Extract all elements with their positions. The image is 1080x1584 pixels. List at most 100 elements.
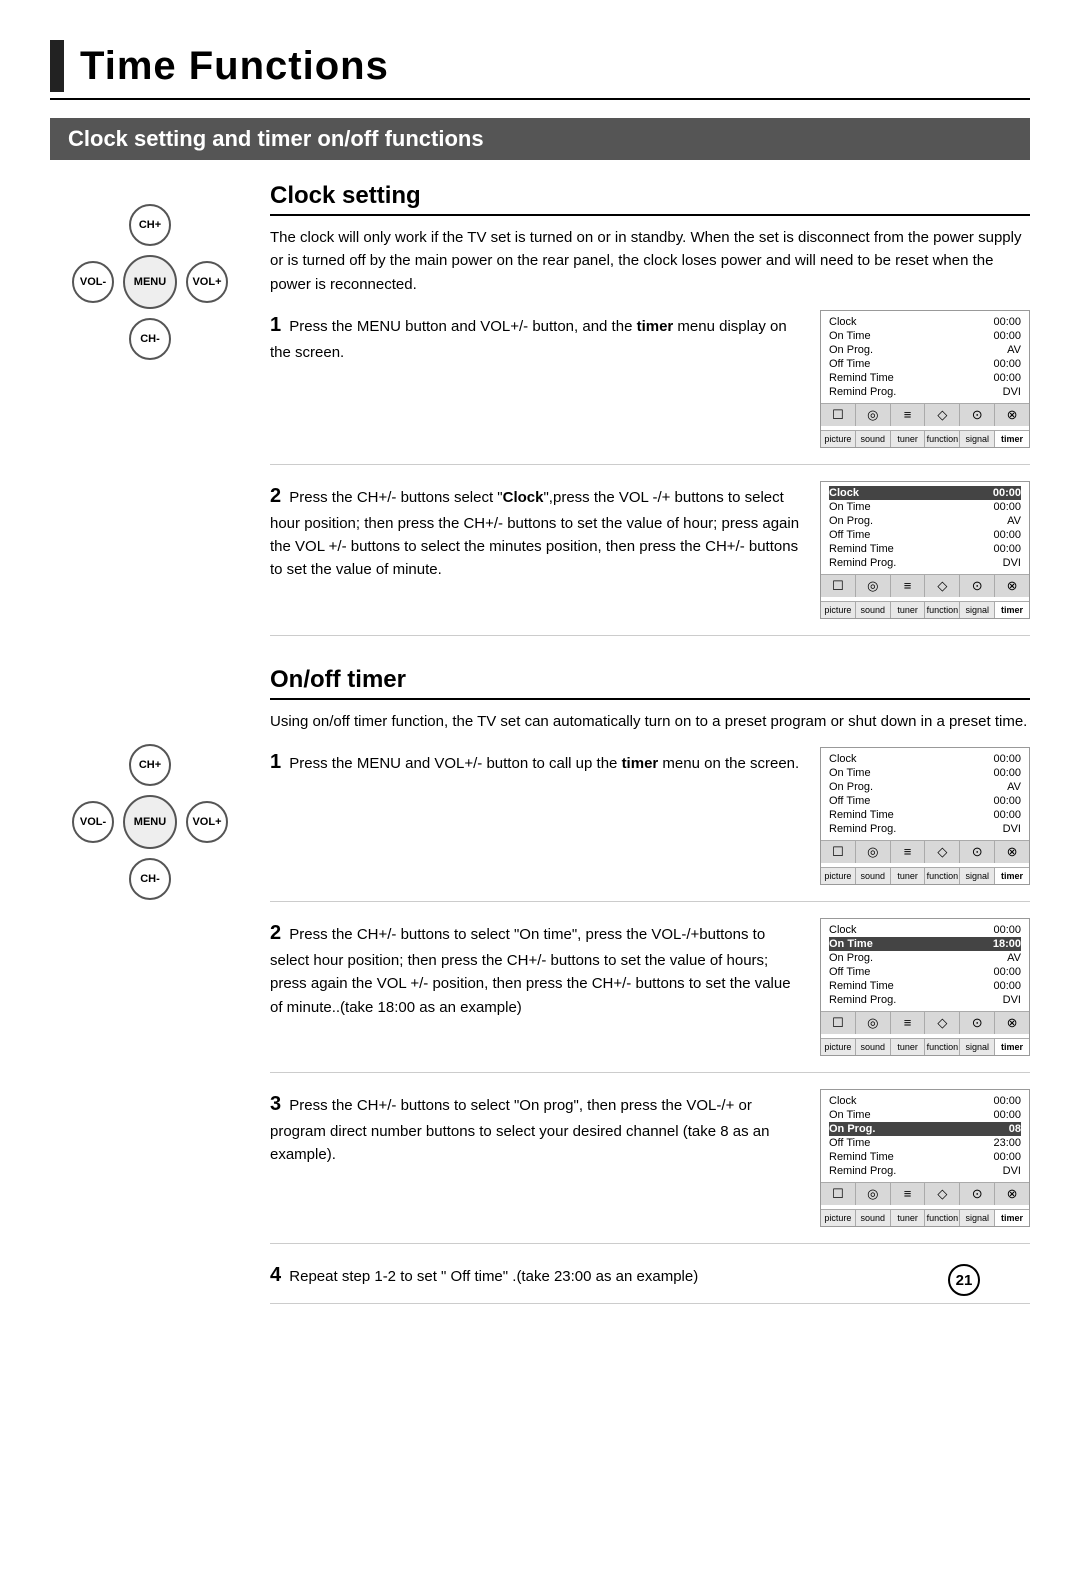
tv-menu-4-body: Clock00:00 On Time18:00 On Prog.AV Off T… bbox=[821, 919, 1029, 1011]
clock-step-1-menu: Clock00:00 On Time00:00 On Prog.AV Off T… bbox=[820, 310, 1030, 448]
tab-sound-2[interactable]: sound bbox=[856, 602, 891, 618]
icon-function-2[interactable]: ◇ bbox=[925, 575, 960, 597]
tab-tuner-4[interactable]: tuner bbox=[891, 1039, 926, 1055]
onoff-timer-section: On/off timer Using on/off timer function… bbox=[270, 666, 1030, 1304]
tab-function-2[interactable]: function bbox=[925, 602, 960, 618]
tab-sound-3[interactable]: sound bbox=[856, 868, 891, 884]
tab-sound-1[interactable]: sound bbox=[856, 431, 891, 447]
tab-tuner-3[interactable]: tuner bbox=[891, 868, 926, 884]
onoff-step-1-text: 1 Press the MENU and VOL+/- button to ca… bbox=[270, 747, 804, 778]
icon-timer-5[interactable]: ⊗ bbox=[995, 1183, 1029, 1205]
tv-menu-5-icons: ☐ ◎ ≡ ◇ ⊙ ⊗ bbox=[821, 1182, 1029, 1205]
tab-tuner-1[interactable]: tuner bbox=[891, 431, 926, 447]
tab-signal-5[interactable]: signal bbox=[960, 1210, 995, 1226]
tab-timer-2[interactable]: timer bbox=[995, 602, 1029, 618]
tab-timer-5[interactable]: timer bbox=[995, 1210, 1029, 1226]
tab-signal-3[interactable]: signal bbox=[960, 868, 995, 884]
clock-step-2: 2 Press the CH+/- buttons select "Clock"… bbox=[270, 481, 1030, 636]
tab-picture-1[interactable]: picture bbox=[821, 431, 856, 447]
tab-function-3[interactable]: function bbox=[925, 868, 960, 884]
tab-timer-1[interactable]: timer bbox=[995, 431, 1029, 447]
vol-minus-button[interactable]: VOL- bbox=[72, 261, 114, 303]
icon-timer-3[interactable]: ⊗ bbox=[995, 841, 1029, 863]
tab-function-4[interactable]: function bbox=[925, 1039, 960, 1055]
onoff-step-2-text: 2 Press the CH+/- buttons to select "On … bbox=[270, 918, 804, 1019]
icon-signal[interactable]: ⊙ bbox=[960, 404, 995, 426]
tab-picture-4[interactable]: picture bbox=[821, 1039, 856, 1055]
menu-row-clock: Clock00:00 bbox=[829, 315, 1021, 329]
onoff-step-number-3: 3 bbox=[270, 1093, 281, 1115]
menu-button[interactable]: MENU bbox=[123, 255, 177, 309]
ch-plus-button-2[interactable]: CH+ bbox=[129, 744, 171, 786]
icon-function[interactable]: ◇ bbox=[925, 404, 960, 426]
icon-sound-2[interactable]: ◎ bbox=[856, 575, 891, 597]
icon-picture-4[interactable]: ☐ bbox=[821, 1012, 856, 1034]
tab-signal-4[interactable]: signal bbox=[960, 1039, 995, 1055]
tab-timer-3[interactable]: timer bbox=[995, 868, 1029, 884]
tab-function-5[interactable]: function bbox=[925, 1210, 960, 1226]
tab-signal-2[interactable]: signal bbox=[960, 602, 995, 618]
icon-picture-2[interactable]: ☐ bbox=[821, 575, 856, 597]
icon-sound-4[interactable]: ◎ bbox=[856, 1012, 891, 1034]
menu-row-ontime-2: On Time00:00 bbox=[829, 500, 1021, 514]
icon-signal-3[interactable]: ⊙ bbox=[960, 841, 995, 863]
menu-row-clock-3: Clock00:00 bbox=[829, 752, 1021, 766]
onoff-step-2-menu: Clock00:00 On Time18:00 On Prog.AV Off T… bbox=[820, 918, 1030, 1056]
icon-function-3[interactable]: ◇ bbox=[925, 841, 960, 863]
icon-picture-5[interactable]: ☐ bbox=[821, 1183, 856, 1205]
icon-sound[interactable]: ◎ bbox=[856, 404, 891, 426]
menu-row-ontime-4: On Time18:00 bbox=[829, 937, 1021, 951]
ch-minus-button-2[interactable]: CH- bbox=[129, 858, 171, 900]
clock-step-1: 1 Press the MENU button and VOL+/- butto… bbox=[270, 310, 1030, 465]
tab-tuner-2[interactable]: tuner bbox=[891, 602, 926, 618]
tab-picture-3[interactable]: picture bbox=[821, 868, 856, 884]
tv-menu-2: Clock00:00 On Time00:00 On Prog.AV Off T… bbox=[820, 481, 1030, 619]
icon-function-4[interactable]: ◇ bbox=[925, 1012, 960, 1034]
tab-picture-2[interactable]: picture bbox=[821, 602, 856, 618]
tv-menu-2-tabs: picture sound tuner function signal time… bbox=[821, 601, 1029, 618]
icon-signal-4[interactable]: ⊙ bbox=[960, 1012, 995, 1034]
icon-tuner-2[interactable]: ≡ bbox=[891, 575, 926, 597]
icon-timer[interactable]: ⊗ bbox=[995, 404, 1029, 426]
icon-picture-3[interactable]: ☐ bbox=[821, 841, 856, 863]
title-accent bbox=[50, 40, 64, 92]
tab-picture-5[interactable]: picture bbox=[821, 1210, 856, 1226]
vol-plus-button-2[interactable]: VOL+ bbox=[186, 801, 228, 843]
menu-button-2[interactable]: MENU bbox=[123, 795, 177, 849]
menu-row-remindprog-5: Remind Prog.DVI bbox=[829, 1164, 1021, 1178]
tab-sound-4[interactable]: sound bbox=[856, 1039, 891, 1055]
icon-picture[interactable]: ☐ bbox=[821, 404, 856, 426]
icon-timer-4[interactable]: ⊗ bbox=[995, 1012, 1029, 1034]
tab-function-1[interactable]: function bbox=[925, 431, 960, 447]
tab-tuner-5[interactable]: tuner bbox=[891, 1210, 926, 1226]
onoff-step-number-1: 1 bbox=[270, 751, 281, 773]
bold-timer-1: timer bbox=[637, 318, 674, 335]
menu-row-remindtime-3: Remind Time00:00 bbox=[829, 808, 1021, 822]
vol-minus-button-2[interactable]: VOL- bbox=[72, 801, 114, 843]
vol-plus-button[interactable]: VOL+ bbox=[186, 261, 228, 303]
icon-tuner-5[interactable]: ≡ bbox=[891, 1183, 926, 1205]
icon-signal-2[interactable]: ⊙ bbox=[960, 575, 995, 597]
menu-row-onprog-2: On Prog.AV bbox=[829, 514, 1021, 528]
onoff-step-1-menu: Clock00:00 On Time00:00 On Prog.AV Off T… bbox=[820, 747, 1030, 885]
tab-timer-4[interactable]: timer bbox=[995, 1039, 1029, 1055]
icon-sound-5[interactable]: ◎ bbox=[856, 1183, 891, 1205]
menu-row-onprog-5: On Prog.08 bbox=[829, 1122, 1021, 1136]
section-header: Clock setting and timer on/off functions bbox=[50, 118, 1030, 160]
tab-signal-1[interactable]: signal bbox=[960, 431, 995, 447]
icon-sound-3[interactable]: ◎ bbox=[856, 841, 891, 863]
tab-sound-5[interactable]: sound bbox=[856, 1210, 891, 1226]
icon-function-5[interactable]: ◇ bbox=[925, 1183, 960, 1205]
icon-tuner-3[interactable]: ≡ bbox=[891, 841, 926, 863]
clock-setting-title: Clock setting bbox=[270, 182, 1030, 216]
ch-minus-button[interactable]: CH- bbox=[129, 318, 171, 360]
clock-step-2-text: 2 Press the CH+/- buttons select "Clock"… bbox=[270, 481, 804, 582]
ch-plus-button[interactable]: CH+ bbox=[129, 204, 171, 246]
icon-tuner[interactable]: ≡ bbox=[891, 404, 926, 426]
icon-timer-2[interactable]: ⊗ bbox=[995, 575, 1029, 597]
tv-menu-2-icons: ☐ ◎ ≡ ◇ ⊙ ⊗ bbox=[821, 574, 1029, 597]
menu-row-offtime-2: Off Time00:00 bbox=[829, 528, 1021, 542]
tv-menu-4-tabs: picture sound tuner function signal time… bbox=[821, 1038, 1029, 1055]
icon-tuner-4[interactable]: ≡ bbox=[891, 1012, 926, 1034]
icon-signal-5[interactable]: ⊙ bbox=[960, 1183, 995, 1205]
